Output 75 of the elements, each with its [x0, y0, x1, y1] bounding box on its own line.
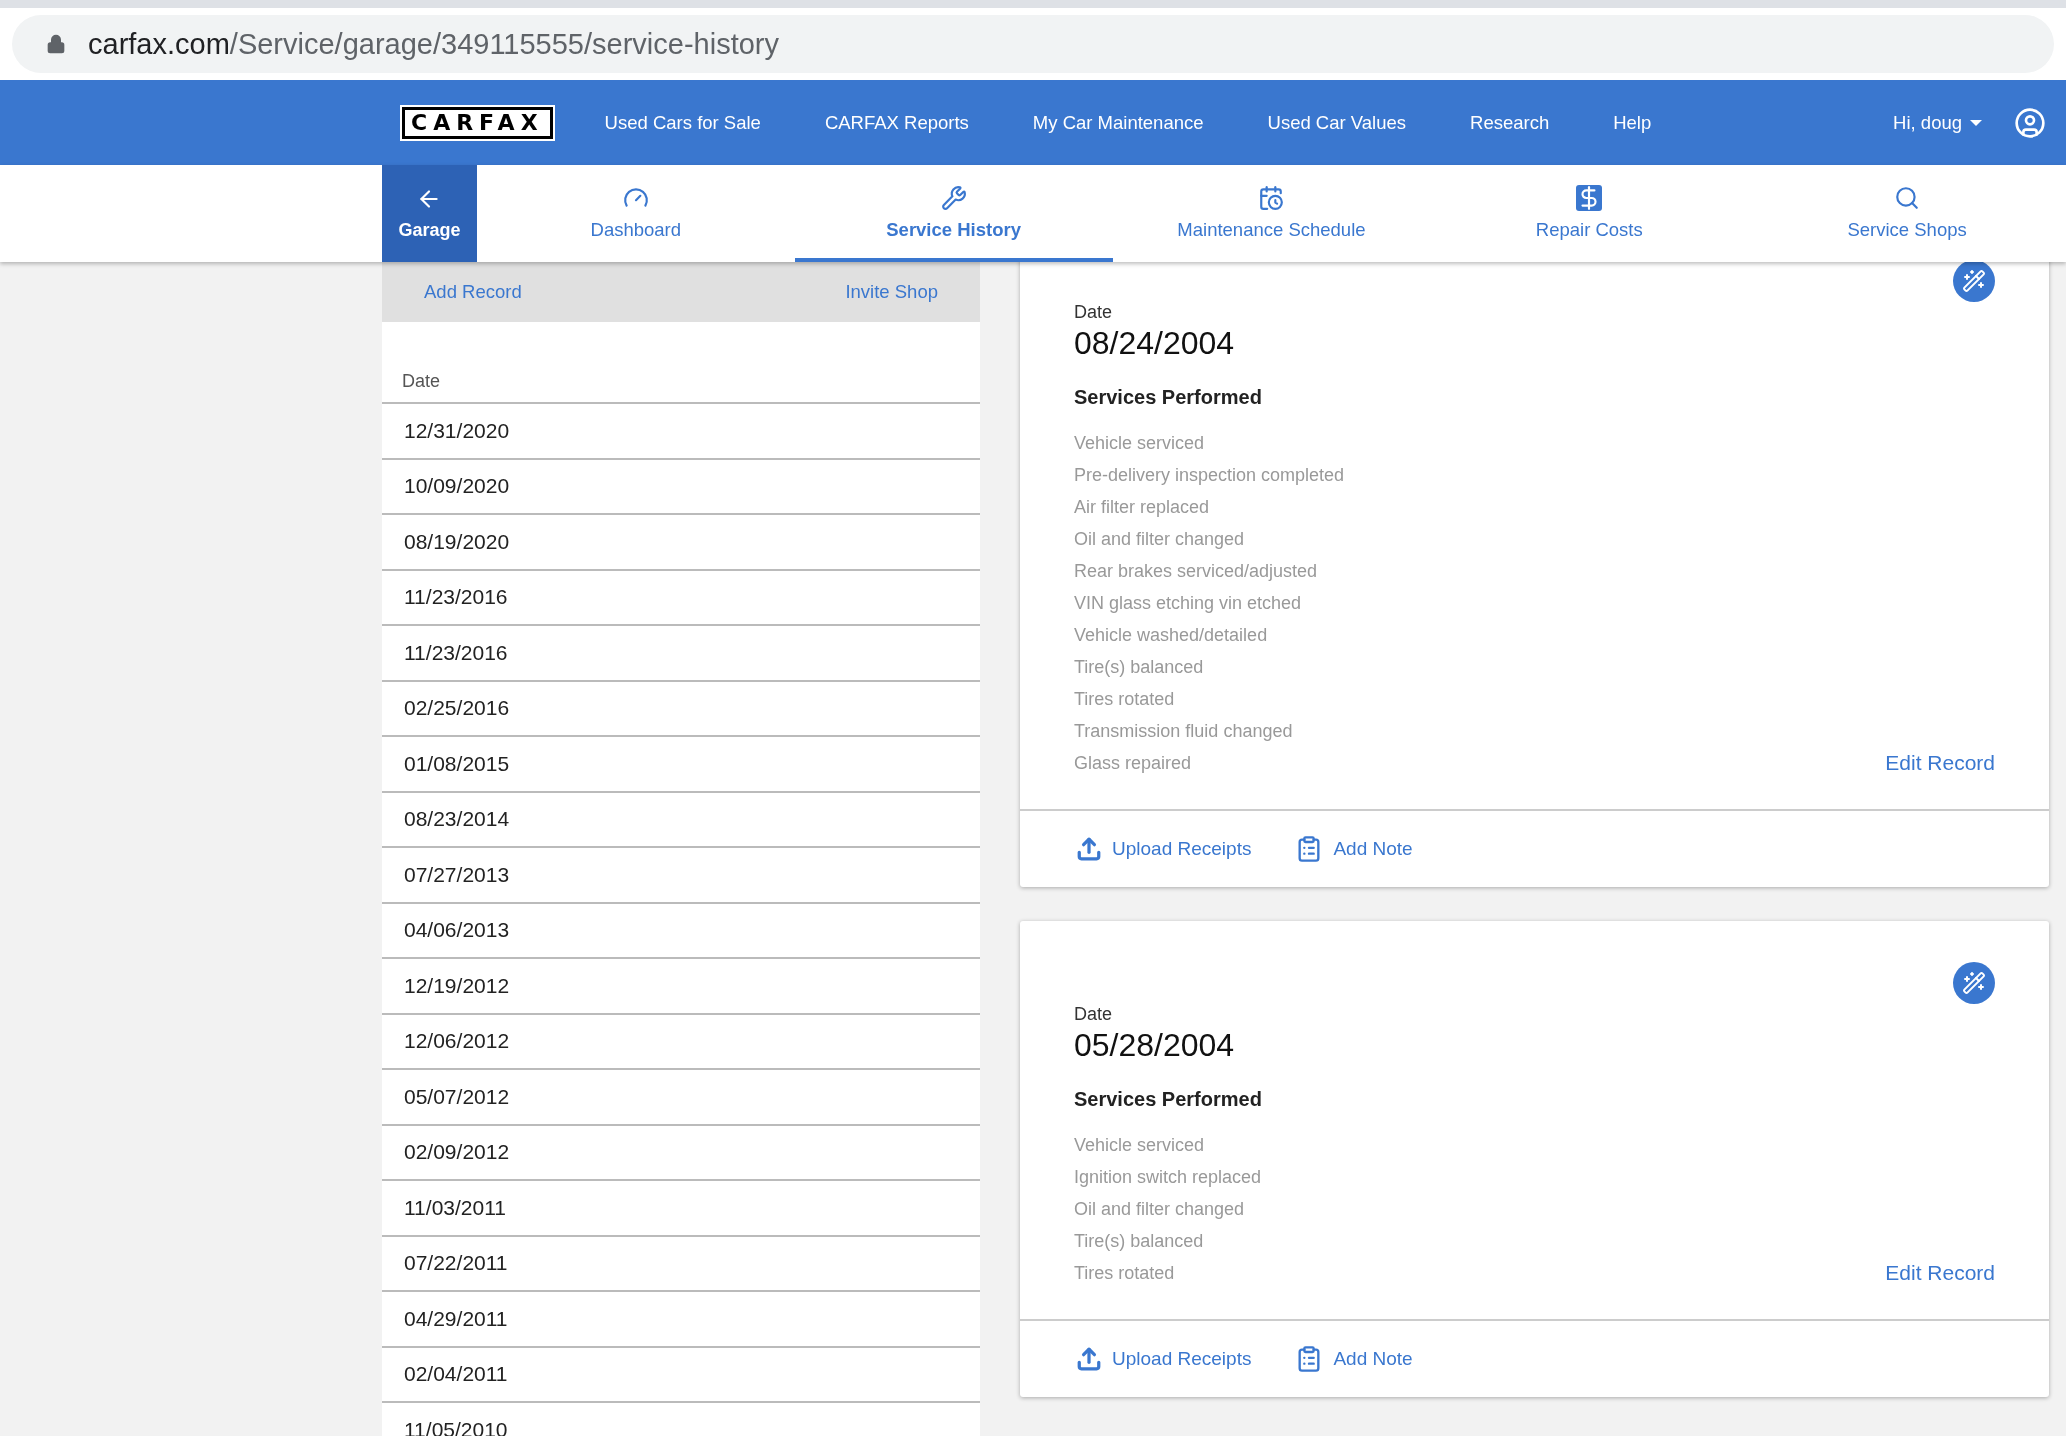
- service-item: Pre-delivery inspection completed: [1074, 464, 1345, 487]
- service-item: Air filter replaced: [1074, 496, 1211, 519]
- nav-link[interactable]: Help: [1613, 111, 1652, 134]
- edit-record-link[interactable]: Edit Record: [1885, 747, 1995, 779]
- record-date-row[interactable]: 08/19/2020: [382, 515, 980, 571]
- nav-link[interactable]: Research: [1470, 111, 1550, 134]
- record-date-row[interactable]: 07/22/2011: [382, 1236, 980, 1292]
- dollar-icon: [1576, 185, 1603, 211]
- edit-record-link[interactable]: Edit Record: [1885, 1257, 1995, 1289]
- nav-tab[interactable]: Maintenance Schedule: [1112, 165, 1431, 262]
- garage-back-button[interactable]: Garage: [382, 165, 477, 262]
- service-item: Tires rotated: [1074, 688, 1176, 711]
- record-date-row[interactable]: 10/09/2020: [382, 459, 980, 515]
- service-item: Oil and filter changed: [1074, 1198, 1246, 1221]
- date-label: Date: [1074, 302, 1114, 323]
- record-date-row[interactable]: 01/08/2015: [382, 737, 980, 793]
- record-date-row[interactable]: 08/23/2014: [382, 792, 980, 848]
- search-icon: [1894, 185, 1921, 211]
- magic-wand-button[interactable]: [1953, 962, 1995, 1004]
- url-text: carfax.com/Service/garage/349115555/service-history: [88, 27, 779, 61]
- record-date-row[interactable]: 02/09/2012: [382, 1125, 980, 1181]
- services-title: Services Performed: [1074, 386, 1263, 409]
- record-date-row[interactable]: 02/25/2016: [382, 681, 980, 737]
- nav-link[interactable]: Used Car Values: [1267, 111, 1406, 134]
- service-item: Glass repaired: [1074, 752, 1193, 775]
- service-item: Tires rotated: [1074, 1262, 1176, 1285]
- record-date-row[interactable]: 11/23/2016: [382, 626, 980, 682]
- upload-receipts-link[interactable]: Upload Receipts: [1076, 836, 1252, 862]
- record-date-row[interactable]: 11/23/2016: [382, 570, 980, 626]
- user-menu[interactable]: Hi, doug: [1893, 111, 1982, 134]
- add-note-link[interactable]: Add Note: [1295, 1345, 1413, 1373]
- service-item: Tire(s) balanced: [1074, 656, 1205, 679]
- record-date: 08/24/2004: [1074, 325, 1236, 362]
- service-item: Tire(s) balanced: [1074, 1230, 1205, 1253]
- date-label: Date: [1074, 1004, 1114, 1025]
- record-date-row[interactable]: 11/03/2011: [382, 1181, 980, 1237]
- service-item: Transmission fluid changed: [1074, 720, 1294, 743]
- carfax-logo[interactable]: CARFAX: [402, 106, 553, 139]
- service-item: Vehicle serviced: [1074, 1134, 1206, 1157]
- record-date-row[interactable]: 04/29/2011: [382, 1292, 980, 1348]
- record-date-row[interactable]: 12/31/2020: [382, 404, 980, 460]
- nav-tab[interactable]: Repair Costs: [1430, 165, 1749, 262]
- service-item: VIN glass etching vin etched: [1074, 592, 1303, 615]
- record-date-row[interactable]: 04/06/2013: [382, 903, 980, 959]
- service-item: Vehicle washed/detailed: [1074, 624, 1269, 647]
- magic-wand-icon: [1962, 971, 1986, 995]
- record-date-row[interactable]: 05/07/2012: [382, 1070, 980, 1126]
- column-header: Date: [382, 322, 980, 404]
- service-item: Oil and filter changed: [1074, 528, 1246, 551]
- magic-wand-icon: [1962, 269, 1986, 293]
- nav-tab[interactable]: Service Shops: [1748, 165, 2066, 262]
- address-bar[interactable]: carfax.com/Service/garage/349115555/service-history: [12, 15, 2054, 73]
- service-item: Rear brakes serviced/adjusted: [1074, 560, 1319, 583]
- record-date-row[interactable]: 12/06/2012: [382, 1014, 980, 1070]
- nav-link[interactable]: Used Cars for Sale: [604, 111, 761, 134]
- record-date-row[interactable]: 07/27/2013: [382, 848, 980, 904]
- record-date-row[interactable]: 02/04/2011: [382, 1347, 980, 1403]
- nav-tab[interactable]: Dashboard: [476, 165, 795, 262]
- services-title: Services Performed: [1074, 1088, 1262, 1111]
- upload-icon: [1076, 836, 1102, 862]
- lock-icon: [46, 34, 66, 54]
- nav-tab[interactable]: Service History: [794, 165, 1113, 262]
- account-icon[interactable]: [2014, 106, 2046, 139]
- add-note-link[interactable]: Add Note: [1295, 835, 1413, 863]
- calendar-clock-icon: [1258, 185, 1285, 211]
- upload-icon: [1076, 1346, 1102, 1372]
- record-date-row[interactable]: 12/19/2012: [382, 959, 980, 1015]
- nav-link[interactable]: My Car Maintenance: [1032, 111, 1204, 134]
- service-item: Ignition switch replaced: [1074, 1166, 1262, 1189]
- upload-receipts-link[interactable]: Upload Receipts: [1076, 1346, 1252, 1372]
- record-date: 05/28/2004: [1074, 1027, 1236, 1064]
- wrench-icon: [940, 185, 967, 211]
- service-item: Vehicle serviced: [1074, 432, 1206, 455]
- magic-wand-button[interactable]: [1953, 262, 1995, 302]
- nav-link[interactable]: CARFAX Reports: [824, 111, 969, 134]
